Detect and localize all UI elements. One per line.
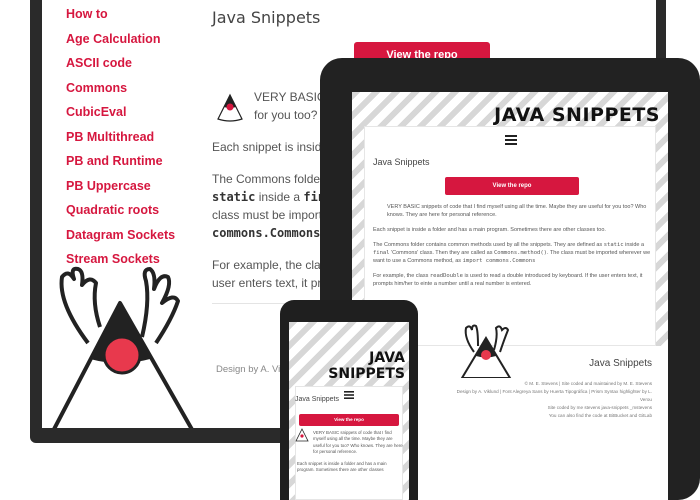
commons-text-2: inside a: [258, 190, 301, 204]
footer-line-links[interactable]: Site coded by me stevens java-snippets _…: [452, 404, 652, 412]
logo-line-1: JAVA: [369, 350, 405, 366]
code-commons-import: import commons.Commons: [462, 258, 536, 264]
view-repo-button[interactable]: View the repo: [445, 177, 579, 195]
paragraph-commons: The Commons folder contains common metho…: [373, 241, 651, 265]
nav-item-cubiceval[interactable]: CubicEval: [66, 104, 206, 129]
nav-item-pb-multithread[interactable]: PB Multithread: [66, 129, 206, 154]
nav-item-quadratic-roots[interactable]: Quadratic roots: [66, 202, 206, 227]
page-title: Java Snippets: [212, 8, 321, 27]
paragraph-folders: Each snippet is inside a folder and has …: [373, 227, 606, 233]
code-final: final: [373, 250, 390, 256]
site-logo-text: JAVA SNIPPETS: [328, 350, 405, 382]
view-repo-button[interactable]: View the repo: [299, 414, 399, 426]
phone-header: JAVA SNIPPETS: [289, 322, 409, 382]
intro-content: VERY BASIC snippets of code that I find …: [373, 203, 651, 295]
footer-line-design: Design by A. Viklund | Font Alegreya San…: [456, 389, 652, 402]
code-commons-method: Commons.method(): [493, 250, 547, 256]
duke-mascot-waving-icon: [52, 266, 194, 428]
nav-item-pb-and-runtime[interactable]: PB and Runtime: [66, 153, 206, 178]
nav-item-ascii-code[interactable]: ASCII code: [66, 55, 206, 80]
paragraph-folders: Each snippet is inside a folder and has …: [297, 460, 387, 473]
duke-mascot-waving-icon: [460, 324, 512, 378]
nav-item-pb-uppercase[interactable]: PB Uppercase: [66, 178, 206, 203]
nav-item-how-to[interactable]: How to: [66, 6, 206, 31]
code-static: static: [212, 190, 256, 204]
page-title: Java Snippets: [373, 157, 430, 167]
logo-line-2: SNIPPETS: [328, 366, 405, 382]
hamburger-menu-icon[interactable]: [344, 391, 354, 399]
commons-text-2: inside a: [625, 242, 645, 248]
nav-item-datagram-sockets[interactable]: Datagram Sockets: [66, 227, 206, 252]
footer-line-copyright: © M. E. Stevens | Site coded and maintai…: [524, 381, 652, 386]
paragraph-example: For example, the class readDouble is use…: [373, 272, 651, 288]
commons-text-3: 'Commons' class. Then they are called as: [391, 250, 493, 256]
snippet-nav: How to Age Calculation ASCII code Common…: [66, 6, 206, 276]
example-text-1: For example, the class: [373, 273, 429, 279]
footer-credits: © M. E. Stevens | Site coded and maintai…: [452, 380, 652, 420]
paragraph-intro: VERY BASIC snippets of code that I find …: [387, 204, 647, 218]
phone-screen: JAVA SNIPPETS Java Snippets View the rep…: [289, 322, 409, 500]
phone-device: JAVA SNIPPETS Java Snippets View the rep…: [280, 300, 418, 500]
nav-item-commons[interactable]: Commons: [66, 80, 206, 105]
page-title: Java Snippets: [295, 396, 339, 403]
intro-content: VERY BASIC snippets of code that I find …: [297, 430, 403, 478]
commons-text-1: The Commons folder contains common metho…: [373, 242, 603, 248]
code-readdouble: readDouble: [429, 273, 463, 279]
duke-mascot-icon: [295, 428, 309, 442]
design-credit: Design by A. Vik: [216, 364, 286, 375]
code-commons-import: commons.Commons: [212, 226, 321, 240]
footer-line-repos[interactable]: You can also find the code at BitBucket …: [452, 412, 652, 420]
paragraph-intro: VERY BASIC snippets of code that I find …: [313, 430, 403, 455]
hamburger-menu-icon[interactable]: [505, 135, 517, 145]
code-static: static: [603, 242, 624, 248]
nav-item-age-calculation[interactable]: Age Calculation: [66, 31, 206, 56]
footer-title: Java Snippets: [589, 358, 652, 369]
example-text-1: For example, the class: [212, 258, 333, 272]
site-logo-text: JAVA SNIPPETS: [494, 104, 660, 126]
